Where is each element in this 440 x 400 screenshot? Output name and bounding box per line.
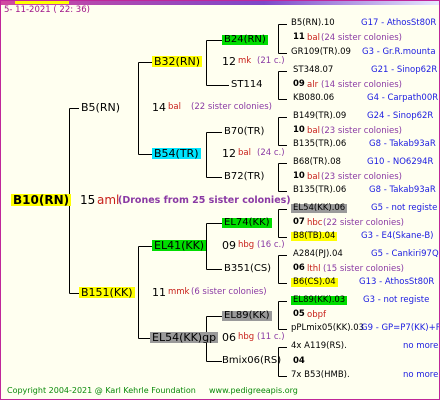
- gen4-num-7: 04: [293, 356, 305, 366]
- gen4-num-0: 11: [293, 32, 305, 42]
- gen2-code-2: hbg: [238, 240, 255, 250]
- gen4-num-6: 05: [293, 309, 305, 319]
- gen4-b-pg-1: G4 - Carpath00R: [367, 93, 439, 103]
- gen2-note-1: (24 c.): [257, 148, 285, 158]
- gen0-code: aml: [97, 193, 120, 207]
- gen4-b-3: B135(TR).06: [293, 185, 347, 195]
- gen2-label-0: B32(RN): [152, 55, 202, 68]
- pedigree-chart: 5- 11-2021 ( 22: 36) B10(RN) 15 aml (Dro…: [0, 0, 440, 400]
- footer-copyright: Copyright 2004-2021 @ Karl Kehrle Founda…: [7, 386, 196, 395]
- gen4-a-6: EL89(KK).03: [291, 295, 348, 305]
- gen1-num-1: 11: [152, 286, 166, 299]
- gen4-num-4: 07: [293, 217, 305, 227]
- gen2-num-3: 06: [222, 331, 236, 344]
- gen4-code-0: bal: [307, 33, 320, 43]
- gen4-b-pg-2: G8 - Takab93aR: [369, 139, 436, 149]
- gen1-note-1: (6 sister colonies): [191, 287, 267, 297]
- gen2-code-1: bal: [238, 148, 251, 158]
- gen4-a-5: A284(PJ).04: [293, 249, 343, 259]
- gen0-num: 15: [80, 193, 96, 207]
- gen2-label-3: EL54(KK)gp: [150, 331, 219, 344]
- gen4-note-3: (23 sister colonies): [321, 172, 402, 182]
- gen4-a-2: B149(TR).09: [293, 111, 347, 121]
- gen4-b-7: 7x B53(HMB).: [291, 370, 350, 380]
- gen4-a-pg-7: no more: [403, 341, 439, 351]
- gen4-b-2: B135(TR).06: [293, 139, 347, 149]
- gen3-label-4: EL74(KK): [222, 217, 272, 228]
- gen4-b-pg-6: G9 - GP=P7(KK)+P: [361, 323, 440, 333]
- gen4-code-1: alr: [307, 80, 319, 90]
- gen4-a-4: EL54(KK).06: [291, 203, 348, 213]
- gen4-note-4: (22 sister colonies): [323, 218, 404, 228]
- gen4-note-0: (24 sister colonies): [321, 33, 402, 43]
- gen4-code-5: lthl: [307, 264, 321, 274]
- gen2-label-1: B54(TR): [152, 147, 201, 160]
- gen2-note-2: (16 c.): [257, 240, 285, 250]
- gen0-label: B10(RN): [11, 193, 72, 207]
- gen4-b-0: GR109(TR).09: [291, 47, 351, 57]
- gen4-a-1: ST348.07: [293, 65, 334, 75]
- gen4-code-2: bal: [307, 126, 320, 136]
- gen4-b-pg-7: no more: [403, 370, 439, 380]
- gen2-num-1: 12: [222, 147, 236, 160]
- gen3-label-2: B70(TR): [224, 126, 265, 137]
- gen4-b-6: pPLmix05(KK).03: [291, 323, 365, 333]
- gen4-b-5: B6(CS).04: [291, 277, 338, 287]
- gen3-label-5: B351(CS): [224, 263, 272, 274]
- gen2-num-2: 09: [222, 239, 236, 252]
- gen4-a-pg-4: G5 - not registe: [371, 203, 438, 213]
- gen2-num-0: 12: [222, 55, 236, 68]
- gen1-code-0: bal: [168, 102, 181, 112]
- gen4-b-pg-5: G13 - AthosSt80R: [359, 277, 435, 287]
- gen4-b-pg-4: G3 - E4(Skane-B): [361, 231, 434, 241]
- gen4-num-2: 10: [293, 125, 305, 135]
- gen4-b-1: KB080.06: [293, 93, 335, 103]
- gen1-code-1: mmk: [168, 287, 190, 297]
- gen1-note-0: (22 sister colonies): [191, 102, 272, 112]
- gen2-label-2: EL41(KK): [152, 239, 207, 252]
- gen1-label-1: B151(KK): [79, 286, 135, 299]
- gen2-note-0: (21 c.): [257, 56, 285, 66]
- gen2-code-3: hbg: [238, 332, 255, 342]
- gen4-a-pg-0: G17 - AthosSt80R: [361, 18, 437, 28]
- gen4-b-pg-0: G3 - Gr.R.mounta: [362, 47, 436, 57]
- gen4-a-3: B68(TR).08: [293, 157, 341, 167]
- gen3-label-7: Bmix06(RS): [222, 355, 282, 366]
- gen4-code-3: bal: [307, 172, 320, 182]
- gen1-label-0: B5(RN): [81, 101, 120, 114]
- gen4-note-5: (15 sister colonies): [323, 264, 404, 274]
- gen4-a-pg-1: G21 - Sinop62R: [371, 65, 438, 75]
- gen4-code-4: hbc: [307, 218, 323, 228]
- footer-website[interactable]: www.pedigreeapis.org: [209, 387, 298, 395]
- gen4-num-5: 06: [293, 263, 305, 273]
- gen4-code-6: obpf: [307, 310, 326, 320]
- gen3-label-1: ST114: [231, 79, 263, 90]
- gen4-note-2: (23 sister colonies): [321, 126, 402, 136]
- gen4-a-7: 4x A119(RS).: [291, 341, 347, 351]
- gen2-note-3: (11 c.): [257, 332, 285, 342]
- gen3-label-6: EL89(KK): [222, 310, 272, 321]
- gen3-label-3: B72(TR): [224, 171, 265, 182]
- gen4-b-pg-3: G8 - Takab93aR: [369, 185, 436, 195]
- gen4-b-4: B8(TB).04: [291, 231, 338, 241]
- gen4-a-pg-5: G5 - Cankiri97Q: [371, 249, 439, 259]
- gen4-num-1: 09: [293, 79, 305, 89]
- gen1-num-0: 14: [152, 101, 166, 114]
- gen4-note-1: (14 sister colonies): [321, 80, 402, 90]
- gen0-note: (Drones from 25 sister colonies): [118, 195, 291, 206]
- gen2-code-0: mk: [238, 56, 252, 66]
- gen4-a-pg-2: G24 - Sinop62R: [367, 111, 434, 121]
- gen4-a-pg-6: G3 - not registe: [363, 295, 430, 305]
- gen4-a-pg-3: G10 - NO6294R: [367, 157, 434, 167]
- gen4-a-0: B5(RN).10: [291, 18, 335, 28]
- gen4-num-3: 10: [293, 171, 305, 181]
- gen3-label-0: B24(RN): [222, 34, 268, 45]
